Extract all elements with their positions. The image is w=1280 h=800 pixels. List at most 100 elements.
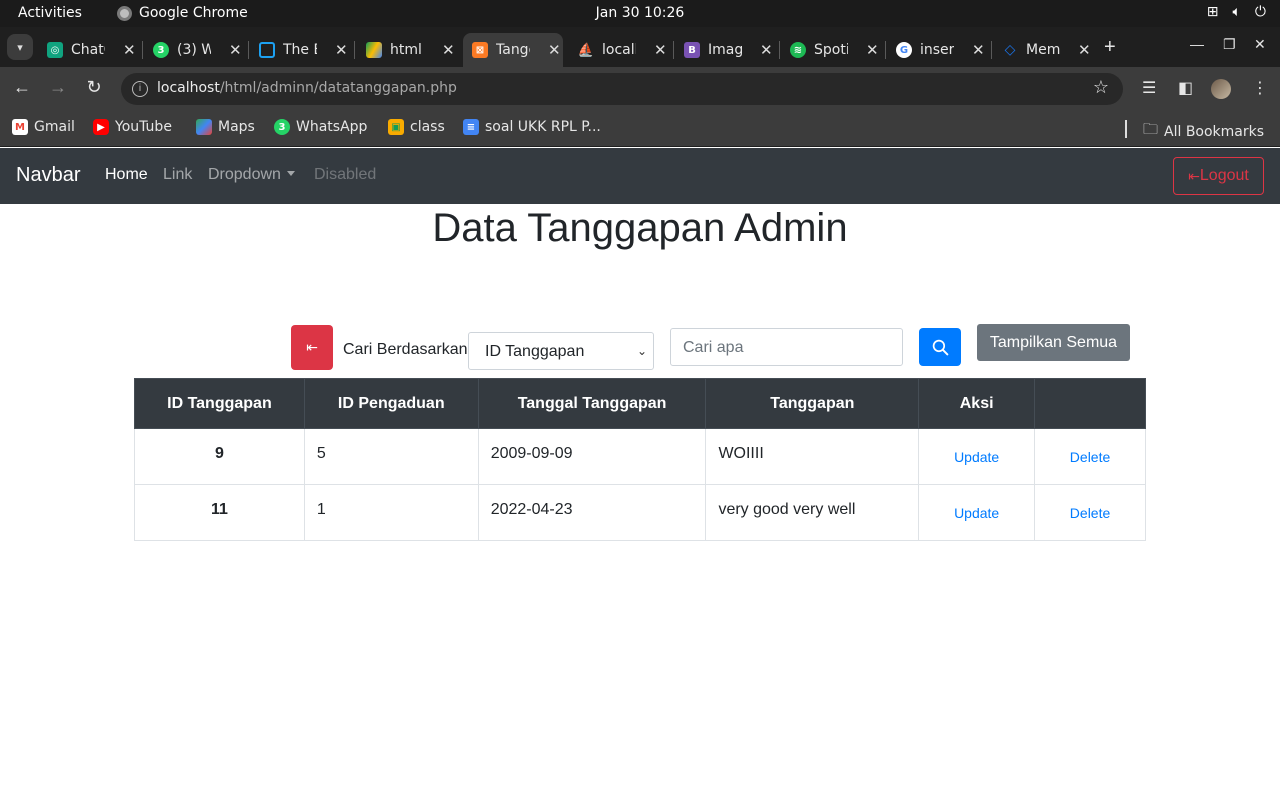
site-navbar: Navbar Home Link Dropdown Disabled ⇤ Logo…: [0, 148, 1280, 204]
maps-icon: [196, 119, 212, 135]
update-link[interactable]: Update: [954, 449, 999, 465]
minimize-button[interactable]: —: [1190, 36, 1204, 52]
activities-button[interactable]: Activities: [18, 5, 82, 21]
cell-id-pengaduan: 1: [303, 484, 479, 541]
profile-avatar[interactable]: [1211, 79, 1231, 99]
tab-4-active[interactable]: ⊠ Tanggapan ✕: [463, 33, 563, 67]
search-input[interactable]: Cari apa: [670, 328, 903, 366]
cell-tanggal: 2009-09-09: [477, 428, 707, 485]
tab-title: ChatGPT: [71, 42, 105, 58]
all-bookmarks[interactable]: 🗀 All Bookmarks: [1143, 119, 1264, 144]
bookmark-class[interactable]: ▣ class: [388, 119, 445, 135]
close-icon[interactable]: ✕: [442, 41, 455, 59]
maximize-button[interactable]: ❐: [1223, 36, 1236, 53]
table-row: 9 5 2009-09-09 WOIIII Update Delete: [134, 428, 1146, 485]
spotify-icon: ≋: [790, 42, 806, 58]
media-icon[interactable]: ☰: [1142, 78, 1156, 98]
tab-8[interactable]: G insert ✕: [887, 33, 987, 67]
logout-button[interactable]: ⇤ Logout: [1173, 157, 1264, 195]
drive-icon: [366, 42, 382, 58]
site-info-icon[interactable]: i: [132, 81, 148, 97]
power-icon: ⏻: [1254, 4, 1266, 20]
tab-title: Tanggapan: [496, 42, 530, 58]
bookmark-star-icon[interactable]: ☆: [1093, 77, 1109, 98]
table-header-row: ID Tanggapan ID Pengaduan Tanggal Tangga…: [134, 378, 1146, 429]
update-link[interactable]: Update: [954, 505, 999, 521]
tv-icon: [259, 42, 275, 58]
nav-link-disabled: Disabled: [314, 166, 377, 183]
cell-tanggapan: WOIIII: [705, 428, 920, 485]
show-all-button[interactable]: Tampilkan Semua: [977, 324, 1130, 361]
tab-5[interactable]: ⛵ localhost ✕: [569, 33, 669, 67]
tab-title: localhost: [602, 42, 636, 58]
app-menu[interactable]: Google Chrome: [117, 5, 248, 21]
tab-9[interactable]: ◇ Meme ✕: [993, 33, 1093, 67]
address-bar[interactable]: i localhost/html/adminn/datatanggapan.ph…: [121, 73, 1123, 105]
search-by-label: Cari Berdasarkan: [343, 341, 468, 358]
nav-link-link[interactable]: Link: [163, 166, 192, 184]
bookmark-maps[interactable]: Maps: [196, 119, 255, 135]
tab-2[interactable]: The Best ✕: [250, 33, 350, 67]
nav-dropdown[interactable]: Dropdown: [208, 166, 295, 184]
cell-tanggapan: very good very well: [705, 484, 920, 541]
side-panel-icon[interactable]: ◧: [1178, 78, 1193, 98]
tab-3[interactable]: html ✕: [357, 33, 457, 67]
tab-title: html: [390, 42, 422, 58]
delete-link[interactable]: Delete: [1070, 505, 1110, 521]
search-icon: [932, 339, 948, 355]
tab-6[interactable]: B Images ✕: [675, 33, 775, 67]
os-top-bar: Activities Google Chrome Jan 30 10:26 ⊞ …: [0, 0, 1280, 27]
url-text[interactable]: localhost/html/adminn/datatanggapan.php: [157, 80, 457, 96]
docs-icon: ≡: [463, 119, 479, 135]
bookmark-youtube[interactable]: ▶ YouTube: [93, 119, 172, 135]
tab-0[interactable]: ◎ ChatGPT ✕: [38, 33, 138, 67]
bookmark-gmail[interactable]: M Gmail: [12, 119, 75, 135]
youtube-icon: ▶: [93, 119, 109, 135]
search-button[interactable]: [919, 328, 961, 366]
close-icon[interactable]: ✕: [760, 41, 773, 59]
code-icon: ◇: [1004, 42, 1016, 58]
col-tanggal: Tanggal Tanggapan: [477, 378, 707, 429]
bootstrap-icon: B: [684, 42, 700, 58]
cell-id-tanggapan: 9: [134, 428, 305, 485]
close-icon[interactable]: ✕: [229, 41, 242, 59]
volume-icon: 🔈︎: [1232, 4, 1241, 20]
reload-icon[interactable]: ↻: [82, 77, 106, 98]
new-tab-button[interactable]: +: [1104, 36, 1116, 59]
table-row: 11 1 2022-04-23 very good very well Upda…: [134, 484, 1146, 541]
close-icon[interactable]: ✕: [866, 41, 879, 59]
search-by-select[interactable]: ID Tanggapan ⌄: [468, 332, 654, 370]
google-icon: G: [896, 42, 912, 58]
cell-tanggal: 2022-04-23: [477, 484, 707, 541]
delete-link[interactable]: Delete: [1070, 449, 1110, 465]
close-icon[interactable]: ✕: [972, 41, 985, 59]
chatgpt-icon: ◎: [47, 42, 63, 58]
close-icon[interactable]: ✕: [548, 41, 561, 59]
close-icon[interactable]: ✕: [335, 41, 348, 59]
cell-id-tanggapan: 11: [134, 484, 305, 541]
tanggapan-table: ID Tanggapan ID Pengaduan Tanggal Tangga…: [134, 378, 1146, 541]
close-icon[interactable]: ✕: [123, 41, 136, 59]
bookmark-whatsapp[interactable]: 3 WhatsApp: [274, 119, 367, 135]
back-icon[interactable]: ←: [10, 77, 34, 98]
tab-search-button[interactable]: ▾: [7, 34, 33, 60]
tab-7[interactable]: ≋ Spotify ✕: [781, 33, 881, 67]
col-id-tanggapan: ID Tanggapan: [134, 378, 305, 429]
bookmark-docs[interactable]: ≡ soal UKK RPL P...: [463, 119, 601, 135]
close-icon[interactable]: ✕: [654, 41, 667, 59]
back-button[interactable]: ⇤: [291, 325, 333, 370]
logout-icon: ⇤: [1188, 167, 1200, 184]
chevron-down-icon: ▾: [17, 41, 23, 54]
forward-icon[interactable]: →: [46, 77, 70, 98]
whatsapp-icon: 3: [153, 42, 169, 58]
close-window-button[interactable]: ✕: [1254, 36, 1266, 53]
nav-link-home[interactable]: Home: [105, 166, 148, 184]
tab-1[interactable]: 3 (3) WhatsApp ✕: [144, 33, 244, 67]
system-tray[interactable]: ⊞ 🔈︎ ⏻: [1207, 4, 1266, 20]
close-icon[interactable]: ✕: [1078, 41, 1091, 59]
browser-toolbar: ← → ↻ i localhost/html/adminn/datatangga…: [0, 67, 1280, 111]
phpmyadmin-icon: ⛵: [577, 42, 595, 58]
menu-kebab-icon[interactable]: ⋮: [1252, 78, 1268, 98]
navbar-brand[interactable]: Navbar: [16, 164, 80, 187]
page-title: Data Tanggapan Admin: [432, 206, 848, 250]
